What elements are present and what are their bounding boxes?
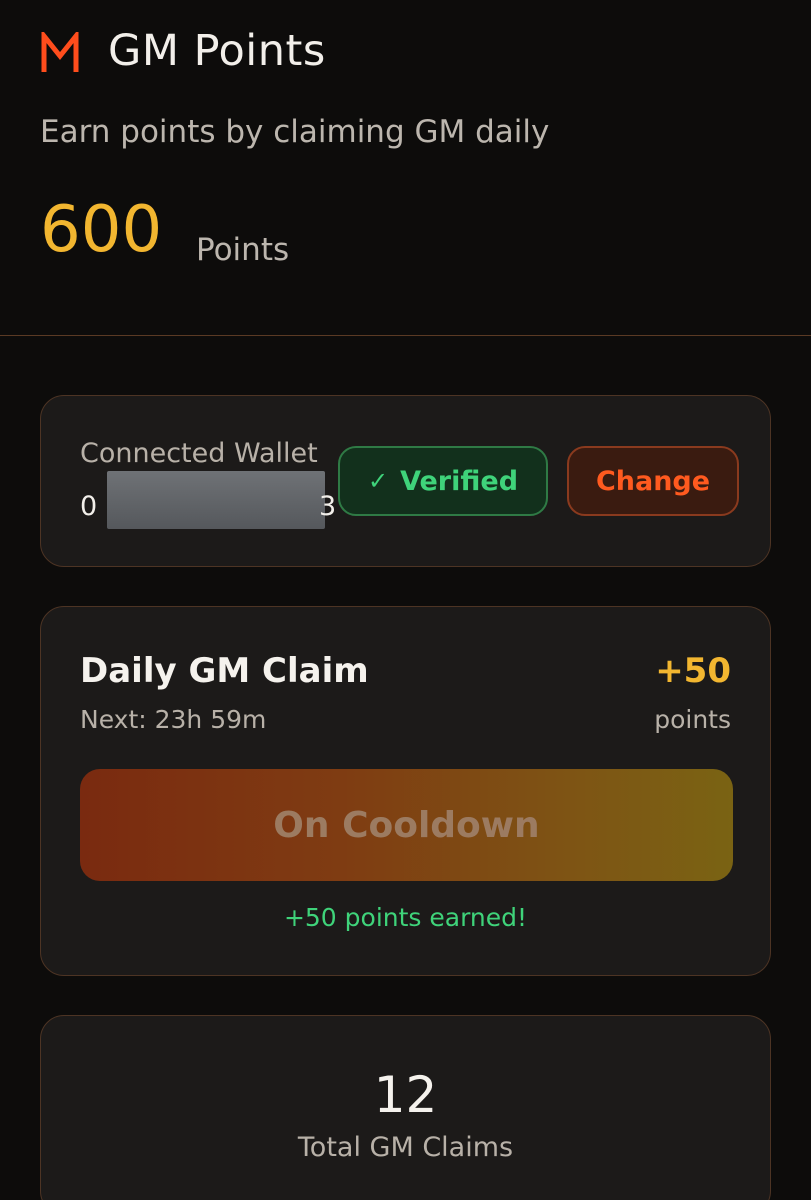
wallet-address-end: 3 xyxy=(319,491,337,522)
wallet-card: Connected Wallet 0 3 ✓ Verified Change xyxy=(40,395,771,567)
claim-title: Daily GM Claim xyxy=(80,651,369,691)
check-icon: ✓ xyxy=(367,467,389,495)
verified-badge[interactable]: ✓ Verified xyxy=(338,446,548,516)
wallet-label: Connected Wallet xyxy=(80,438,318,469)
total-claims-value: 12 xyxy=(373,1066,438,1124)
gm-points-page: GM Points Earn points by claiming GM dai… xyxy=(0,0,811,1200)
cooldown-label: On Cooldown xyxy=(273,804,540,846)
wallet-address-redaction xyxy=(107,471,325,529)
wallet-address-start: 0 xyxy=(80,491,99,522)
claim-cooldown-button[interactable]: On Cooldown xyxy=(80,769,733,881)
claim-earned-message: +50 points earned! xyxy=(283,903,528,932)
claim-reward-unit: points xyxy=(654,705,731,734)
header: GM Points Earn points by claiming GM dai… xyxy=(0,0,811,336)
points-unit-label: Points xyxy=(196,232,290,268)
header-divider xyxy=(0,335,811,336)
daily-claim-card: Daily GM Claim Next: 23h 59m +50 points … xyxy=(40,606,771,976)
verified-label: Verified xyxy=(400,465,519,497)
points-balance: 600 xyxy=(40,193,163,267)
claim-reward-value: +50 xyxy=(655,651,731,691)
change-label: Change xyxy=(595,465,711,497)
total-claims-card: 12 Total GM Claims xyxy=(40,1015,771,1200)
total-claims-label: Total GM Claims xyxy=(297,1132,514,1163)
page-title: GM Points xyxy=(108,26,326,76)
page-subtitle: Earn points by claiming GM daily xyxy=(40,114,550,150)
change-wallet-button[interactable]: Change xyxy=(567,446,739,516)
claim-next-timer: Next: 23h 59m xyxy=(80,705,267,734)
m-logo-icon xyxy=(41,32,79,72)
